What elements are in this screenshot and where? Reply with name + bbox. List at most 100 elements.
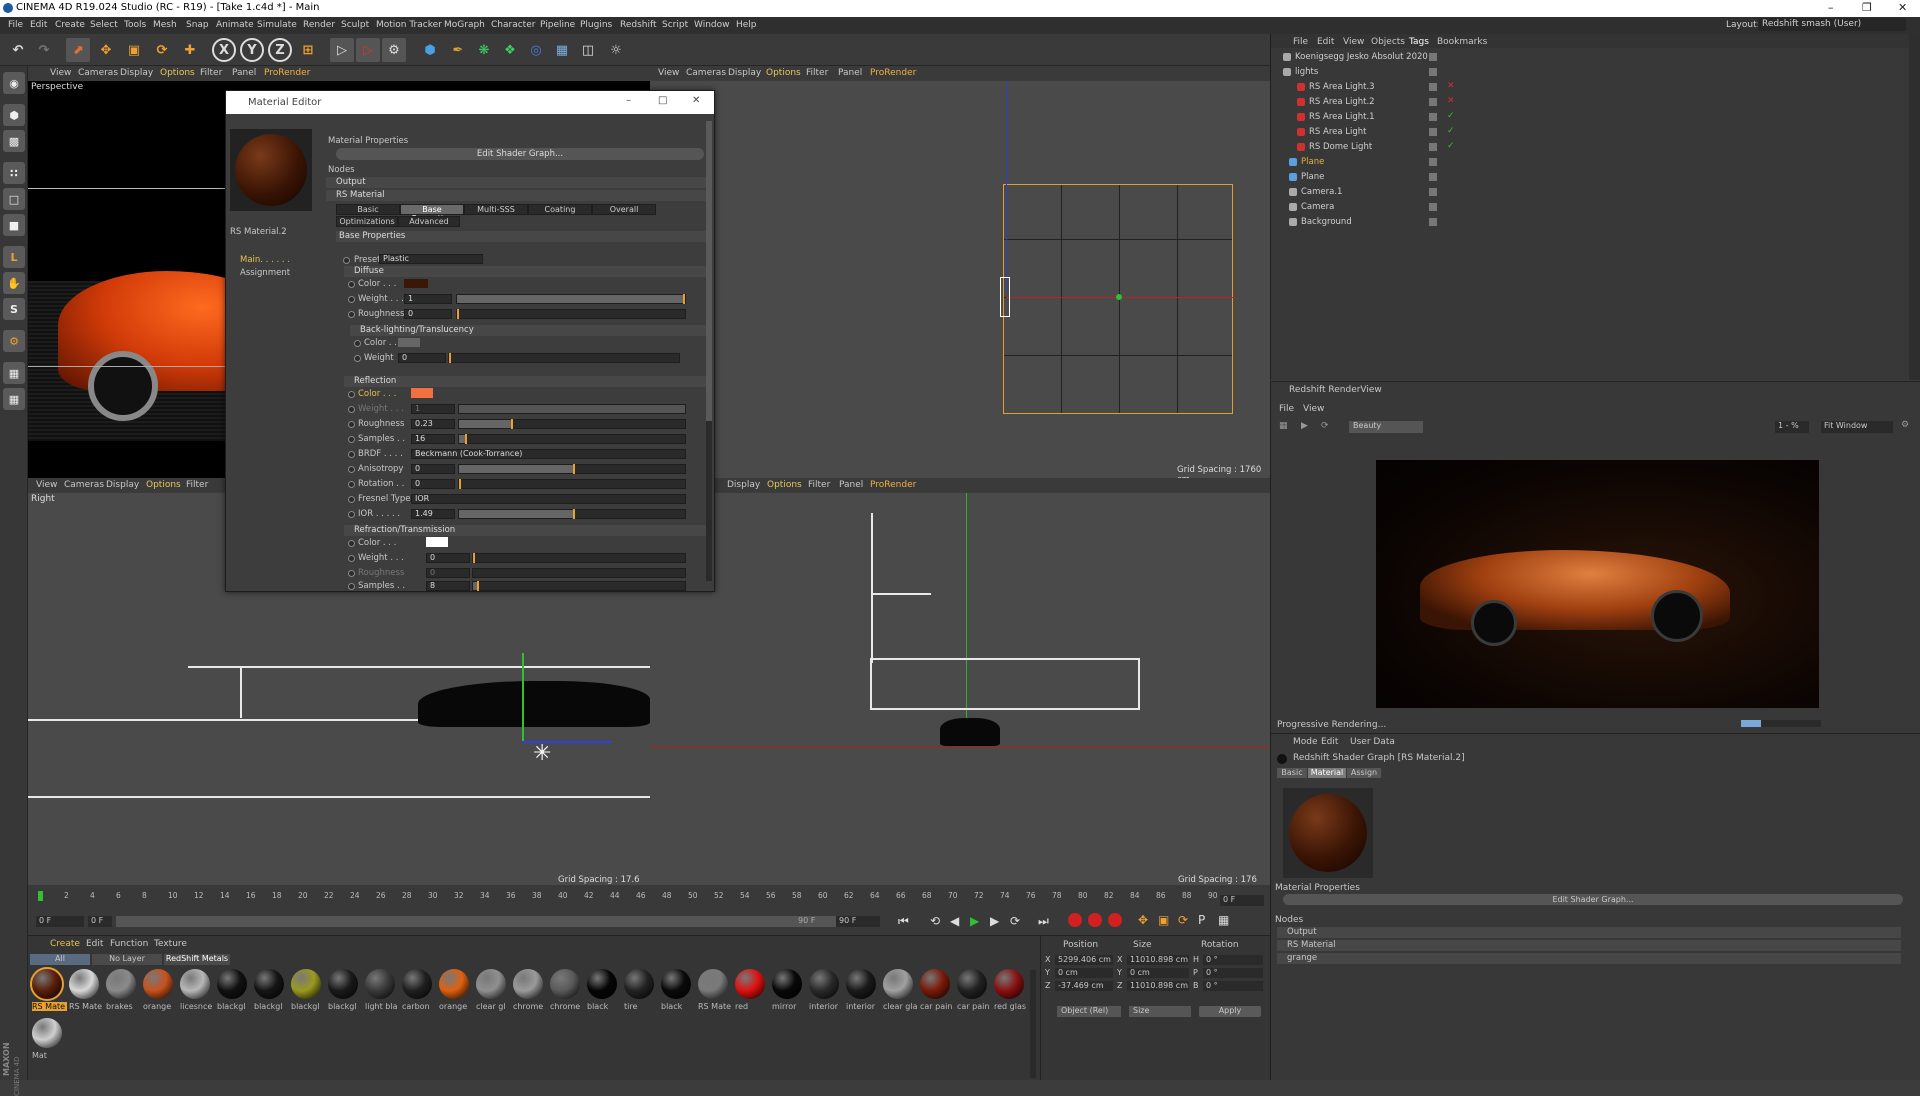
coord-size-field[interactable]: 11010.898 cm (1127, 955, 1189, 965)
mm-create[interactable]: Create (50, 939, 80, 949)
material-ball[interactable] (735, 969, 765, 999)
vp-top-prorender[interactable]: ProRender (870, 68, 916, 78)
refl-fresnel-radio[interactable] (348, 496, 355, 503)
next-key-icon[interactable]: ⟳ (1010, 914, 1020, 928)
coord-mode-select[interactable]: Object (Rel) (1057, 1006, 1121, 1017)
channel-assignment[interactable]: Assignment (240, 268, 290, 278)
menu-motion-tracker[interactable]: Motion Tracker (376, 20, 442, 30)
am-tab-material[interactable]: Material (1308, 768, 1346, 778)
refr-roughness-slider[interactable] (472, 568, 686, 578)
refl-anisotropy-slider[interactable] (458, 464, 686, 474)
tweak-mode-icon[interactable]: ✋ (3, 272, 25, 294)
am-mode[interactable]: Mode (1293, 737, 1318, 747)
refl-brdf-radio[interactable] (348, 451, 355, 458)
key-rotation-icon[interactable]: ⟳ (1178, 913, 1188, 927)
cloner-icon[interactable]: ❖ (498, 38, 522, 62)
refr-color-swatch[interactable] (426, 537, 448, 547)
vp-front-prorender[interactable]: ProRender (870, 480, 916, 490)
render-to-picture-viewer-icon[interactable]: ▷ (356, 38, 380, 62)
material-name[interactable]: RS Material.2 (230, 227, 287, 237)
object-row[interactable]: Plane (1271, 155, 1920, 170)
key-scale-icon[interactable]: ▣ (1158, 913, 1169, 927)
visibility-toggle[interactable] (1429, 128, 1437, 136)
rv-play-icon[interactable]: ▶ (1301, 421, 1308, 431)
material-ball[interactable] (180, 969, 210, 999)
refl-fresnel-select[interactable]: IOR (411, 494, 686, 504)
am-node-output[interactable]: Output (1277, 927, 1901, 938)
menu-character[interactable]: Character (491, 20, 535, 30)
material-ball[interactable] (439, 969, 469, 999)
om-tags[interactable]: Tags (1409, 37, 1429, 47)
back-weight-slider[interactable] (448, 353, 680, 363)
back-weight-radio[interactable] (354, 355, 361, 362)
material-ball[interactable] (69, 969, 99, 999)
enabled-check-icon[interactable]: ✓ (1447, 126, 1455, 136)
prev-key-icon[interactable]: ⟲ (930, 914, 940, 928)
object-row[interactable]: RS Area Light ✓ (1271, 125, 1920, 140)
move-icon[interactable]: ✥ (94, 38, 118, 62)
texture-mode-icon[interactable]: ▩ (3, 130, 25, 152)
menu-create[interactable]: Create (55, 20, 85, 30)
minimize-icon[interactable]: – (1828, 1, 1834, 14)
material-ball[interactable] (32, 1018, 62, 1048)
am-edit[interactable]: Edit (1321, 737, 1338, 747)
menu-select[interactable]: Select (90, 20, 118, 30)
vp-display[interactable]: Display (120, 68, 153, 78)
refl-roughness-slider[interactable] (458, 419, 686, 429)
visibility-toggle[interactable] (1429, 113, 1437, 121)
material-ball[interactable] (143, 969, 173, 999)
timeline-range-slider[interactable] (116, 916, 856, 927)
menu-snap[interactable]: Snap (186, 20, 209, 30)
enabled-check-icon[interactable]: ✓ (1447, 111, 1455, 121)
refl-weight-radio[interactable] (348, 406, 355, 413)
vp-options[interactable]: Options (160, 68, 195, 78)
coordinate-system-icon[interactable]: ⊞ (296, 38, 320, 62)
coord-size-field[interactable]: 0 cm (1127, 968, 1189, 978)
object-row[interactable]: RS Dome Light ✓ (1271, 140, 1920, 155)
right-side-tabs[interactable] (1909, 34, 1920, 380)
key-param-icon[interactable]: P (1198, 913, 1205, 927)
refr-color-radio[interactable] (348, 540, 355, 547)
refl-ior-field[interactable]: 1.49 (411, 509, 455, 519)
visibility-toggle[interactable] (1429, 218, 1437, 226)
layout-select[interactable]: Redshift smash (User) (1758, 18, 1906, 31)
menu-redshift[interactable]: Redshift (620, 20, 657, 30)
am-tab-basic[interactable]: Basic (1277, 768, 1307, 778)
menu-help[interactable]: Help (736, 20, 757, 30)
vp-top-options[interactable]: Options (766, 68, 801, 78)
refr-weight-radio[interactable] (348, 555, 355, 562)
timeline[interactable]: 0246810121416182022242628303234363840424… (28, 885, 1270, 940)
material-ball[interactable] (365, 969, 395, 999)
material-ball[interactable] (994, 969, 1024, 999)
mm-edit[interactable]: Edit (86, 939, 103, 949)
material-ball[interactable] (328, 969, 358, 999)
redo-icon[interactable]: ↷ (32, 38, 56, 62)
coord-rotation-field[interactable]: 0 ° (1203, 968, 1263, 978)
render-settings-icon[interactable]: ⚙ (382, 38, 406, 62)
material-ball[interactable] (513, 969, 543, 999)
diffuse-section[interactable]: Diffuse (344, 266, 706, 277)
vp-right-cameras[interactable]: Cameras (64, 480, 104, 490)
vp-cameras[interactable]: Cameras (78, 68, 118, 78)
light-icon[interactable]: ☼ (604, 38, 628, 62)
tab-coating[interactable]: Coating (528, 204, 592, 215)
mm-texture[interactable]: Texture (154, 939, 187, 949)
y-axis-icon[interactable]: Y (240, 38, 264, 62)
refl-weight-slider[interactable] (458, 404, 686, 414)
mm-filter-no-layer[interactable]: No Layer (92, 954, 162, 965)
mm-scrollbar[interactable] (1030, 970, 1036, 1078)
diffuse-roughness-slider[interactable] (456, 309, 686, 319)
play-icon[interactable]: ▶ (970, 914, 979, 928)
autokey-icon[interactable] (1088, 913, 1102, 927)
keyframe-selection-icon[interactable] (1108, 913, 1122, 927)
refl-samples-slider[interactable] (458, 434, 686, 444)
refl-roughness-field[interactable]: 0.23 (411, 419, 455, 429)
vp-right-display[interactable]: Display (106, 480, 139, 490)
vp-top-filter[interactable]: Filter (806, 68, 828, 78)
am-tab-assign[interactable]: Assign (1347, 768, 1381, 778)
vp-right-options[interactable]: Options (146, 480, 181, 490)
menu-mesh[interactable]: Mesh (153, 20, 177, 30)
make-editable-icon[interactable]: ◉ (3, 72, 25, 94)
am-node-rs-material[interactable]: RS Material (1277, 940, 1901, 951)
menu-pipeline[interactable]: Pipeline (540, 20, 575, 30)
